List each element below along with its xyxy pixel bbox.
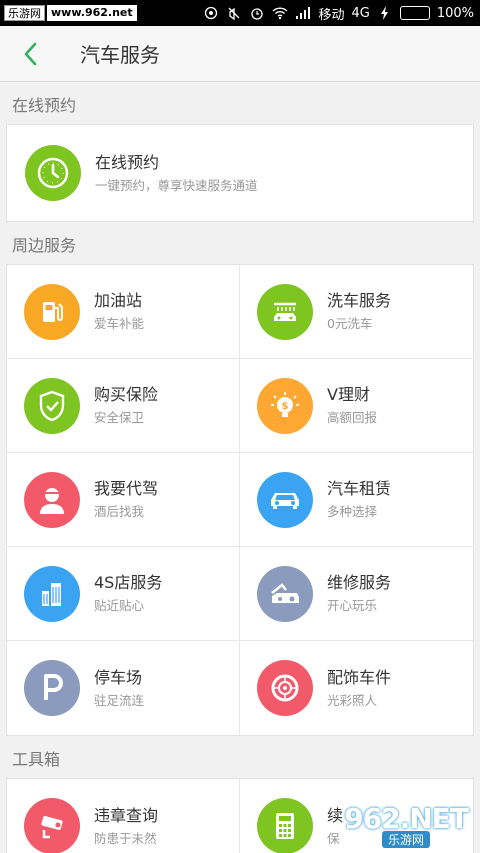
lightbulb-icon: $ bbox=[257, 377, 313, 434]
svg-text:$: $ bbox=[282, 401, 289, 412]
section-title-online: 在线预约 bbox=[12, 96, 77, 115]
mute-icon bbox=[226, 6, 242, 20]
shield-icon bbox=[24, 377, 80, 434]
item-sub: 驻足流连 bbox=[94, 692, 145, 708]
watermark-caption: 乐游网 bbox=[381, 831, 430, 848]
alarm-icon bbox=[249, 6, 265, 20]
service-car-rental[interactable]: 汽车租赁 多种选择 bbox=[240, 453, 473, 547]
item-sub: 防患于未然 bbox=[94, 830, 157, 846]
item-name: 洗车服务 bbox=[327, 291, 392, 310]
section-title-tools: 工具箱 bbox=[12, 750, 61, 769]
service-accessories[interactable]: 配饰车件 光彩照人 bbox=[240, 641, 473, 735]
battery-icon bbox=[399, 6, 430, 20]
hotspot-icon bbox=[203, 6, 219, 20]
car-wash-icon bbox=[257, 283, 313, 340]
battery-label: 100% bbox=[436, 5, 474, 21]
item-name: 购买保险 bbox=[94, 385, 159, 404]
online-booking-item[interactable]: 在线预约 一键预约，尊享快速服务通道 bbox=[7, 125, 473, 221]
watermark-label: 乐游网 www.962.net bbox=[4, 4, 137, 22]
service-4s-store[interactable]: 4S店服务贴近贴心 bbox=[7, 547, 240, 641]
wifi-icon bbox=[272, 6, 288, 20]
item-sub: 爱车补能 bbox=[94, 316, 145, 331]
service-repair[interactable]: 维修服务 开心玩乐 bbox=[240, 547, 473, 641]
site-watermark: 962.NET 乐游网 bbox=[338, 801, 474, 849]
calculator-icon bbox=[257, 798, 313, 853]
brand-label: 乐游网 bbox=[4, 5, 45, 21]
driver-icon bbox=[24, 471, 80, 528]
camera-icon bbox=[24, 798, 80, 853]
service-gas-station[interactable]: 加油站 爱车补能 bbox=[7, 265, 240, 359]
service-insurance[interactable]: 购买保险 安全保卫 bbox=[7, 359, 240, 453]
item-sub: 开心玩乐 bbox=[327, 598, 378, 613]
item-sub: 高额回报 bbox=[327, 410, 378, 425]
service-parking[interactable]: 停车场 驻足流连 bbox=[7, 641, 240, 735]
item-name: 4S店服务 bbox=[94, 573, 163, 592]
item-sub: 0元洗车 bbox=[327, 316, 373, 331]
service-car-wash[interactable]: 洗车服务 0元洗车 bbox=[240, 265, 473, 359]
wheel-icon bbox=[257, 660, 313, 716]
url-label: www.962.net bbox=[47, 5, 137, 21]
parking-icon bbox=[24, 660, 80, 716]
carrier-label: 移动 bbox=[318, 7, 345, 23]
item-sub: 酒后找我 bbox=[94, 504, 145, 519]
item-sub: 一键预约，尊享快速服务通道 bbox=[95, 177, 258, 193]
item-name: 停车场 bbox=[94, 667, 143, 687]
item-name: 汽车租赁 bbox=[327, 479, 392, 498]
item-name: 我要代驾 bbox=[94, 479, 159, 498]
item-sub: 安全保卫 bbox=[94, 410, 145, 425]
nearby-services-grid: 加油站爱车补能 洗车服务 0元洗车 购买保险安全保卫 $ V理财高额回报 我要代驾… bbox=[6, 264, 474, 736]
app-header: 汽车服务 bbox=[0, 26, 480, 82]
chevron-left-icon bbox=[24, 42, 37, 65]
signal-icon bbox=[295, 6, 311, 20]
item-sub: 贴近贴心 bbox=[94, 598, 145, 613]
back-button[interactable] bbox=[0, 26, 60, 82]
network-label: 4G bbox=[351, 5, 370, 21]
item-sub: 光彩照人 bbox=[327, 692, 378, 708]
item-name: 维修服务 bbox=[327, 573, 392, 592]
item-name: 违章查询 bbox=[94, 805, 159, 825]
service-designated-driver[interactable]: 我要代驾 酒后找我 bbox=[7, 453, 240, 547]
clock-icon bbox=[25, 145, 81, 201]
item-name: 加油站 bbox=[94, 291, 143, 310]
item-name: V理财 bbox=[327, 385, 370, 404]
section-title-nearby: 周边服务 bbox=[12, 236, 77, 255]
status-bar: 乐游网 www.962.net 移动 4G 100% bbox=[0, 0, 480, 26]
item-name: 在线预约 bbox=[95, 152, 160, 172]
repair-icon bbox=[257, 565, 313, 622]
gas-station-icon bbox=[24, 283, 80, 340]
tool-violation-query[interactable]: 违章查询 防患于未然 bbox=[7, 779, 240, 853]
car-icon bbox=[257, 471, 313, 528]
charging-icon bbox=[377, 6, 393, 20]
building-icon bbox=[24, 565, 80, 622]
service-finance[interactable]: $ V理财高额回报 bbox=[240, 359, 473, 453]
item-name: 配饰车件 bbox=[327, 667, 392, 687]
page-title: 汽车服务 bbox=[80, 43, 160, 67]
item-sub: 多种选择 bbox=[327, 504, 378, 519]
